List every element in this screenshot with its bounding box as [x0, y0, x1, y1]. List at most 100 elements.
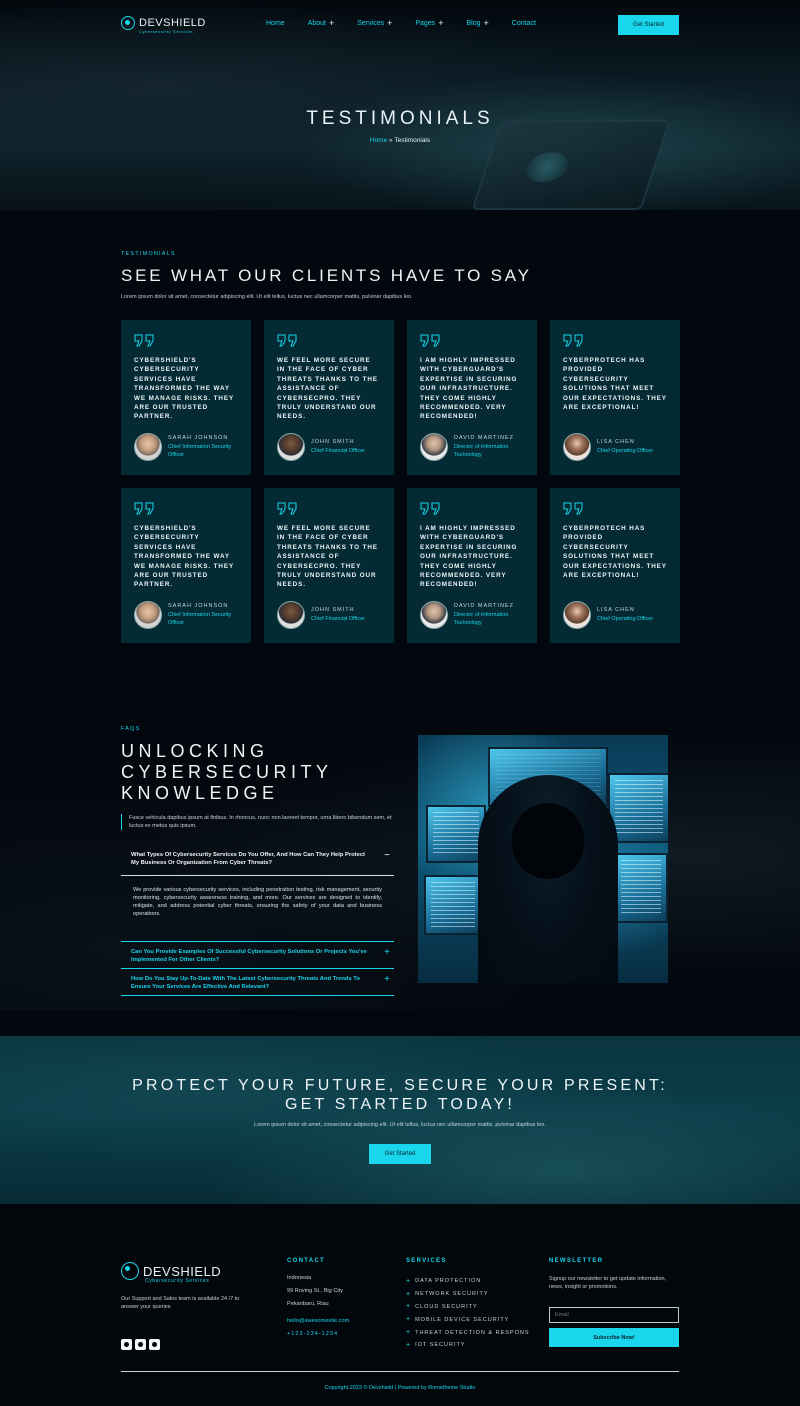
- nav-item-label: Contact: [511, 20, 536, 27]
- author-role: Chief Information Security Officer: [168, 612, 232, 626]
- plus-icon: +: [387, 18, 393, 28]
- services-list: + DATA PROTECTION + NETWORK SECURITY + CLOUD …: [406, 1275, 530, 1352]
- testimonial-author: JOHN SMITH Chief Financial Officer: [277, 433, 383, 461]
- author-role: Chief Information Security Officer: [168, 444, 232, 458]
- nav-item-contact[interactable]: Contact: [512, 19, 536, 28]
- faq-question-3: How Do You Stay Up-To-Date With The Late…: [131, 976, 360, 990]
- testimonial-card: WE FEEL MORE SECURE IN THE FACE OF CYBER…: [264, 488, 394, 643]
- testimonials-tag: TESTIMONIALS: [121, 251, 176, 257]
- contact-city: Pekanbaru, Riau: [287, 1301, 329, 1307]
- author-name: DAVID MARTINEZ: [454, 603, 514, 609]
- avatar: [563, 433, 591, 461]
- author-name: DAVID MARTINEZ: [454, 435, 514, 441]
- faq-answer-1: We provide various cybersecurity service…: [133, 887, 382, 917]
- avatar: [134, 601, 162, 629]
- service-link[interactable]: + CLOUD SECURITY: [406, 1301, 530, 1314]
- author-role: Chief Financial Officer: [311, 447, 366, 454]
- quote-icon: [420, 502, 440, 515]
- testimonials-title: SEE WHAT OUR CLIENTS HAVE TO SAY: [121, 266, 532, 285]
- footer-logo-subtitle: Cybersecurity Services: [145, 1278, 210, 1284]
- breadcrumb-home-link[interactable]: Home: [370, 137, 387, 144]
- testimonial-author: DAVID MARTINEZ Director of Information Te…: [420, 601, 526, 629]
- nav-item-blog[interactable]: Blog +: [466, 19, 488, 28]
- cta-get-started-button[interactable]: Get Started: [369, 1144, 431, 1164]
- main-menu: Home About + Services + Pages + Blog + Contact: [266, 19, 559, 28]
- plus-icon: +: [328, 18, 335, 28]
- subscribe-button[interactable]: Subscribe Now!: [549, 1328, 679, 1347]
- testimonial-card: CYBERPROTECH HAS PROVIDED CYBERSECURITY …: [550, 320, 680, 475]
- footer-about: Our Support and Sales team is available …: [121, 1296, 240, 1310]
- testimonial-author: SARAH JOHNSON Chief Information Security …: [134, 601, 240, 629]
- facebook-icon[interactable]: [121, 1339, 132, 1350]
- cta-title-line-1: PROTECT YOUR FUTURE, SECURE YOUR PRESENT…: [132, 1077, 668, 1094]
- testimonial-card: CYBERSHIELD'S CYBERSECURITY SERVICES HAV…: [121, 488, 251, 643]
- testimonial-card: I AM HIGHLY IMPRESSED WITH CYBERGUARD'S …: [407, 488, 537, 643]
- author-role: Chief Operating Officer: [597, 615, 654, 622]
- service-label: MOBILE DEVICE SECURITY: [415, 1316, 510, 1323]
- faq-note: Fusce vehicula dapibus ipsum at finibus.…: [121, 814, 394, 830]
- faq-question-2-toggle[interactable]: Can You Provide Examples Of Successful C…: [121, 947, 394, 964]
- testimonial-grid: CYBERSHIELD'S CYBERSECURITY SERVICES HAV…: [121, 320, 680, 643]
- service-label: DATA PROTECTION: [415, 1278, 482, 1285]
- youtube-icon[interactable]: [149, 1339, 160, 1350]
- testimonial-card: CYBERPROTECH HAS PROVIDED CYBERSECURITY …: [550, 488, 680, 643]
- testimonial-quote: WE FEEL MORE SECURE IN THE FACE OF CYBER…: [277, 525, 378, 589]
- service-label: NETWORK SECURITY: [415, 1291, 489, 1298]
- nav-item-home[interactable]: Home: [266, 19, 285, 28]
- quote-icon: [420, 334, 440, 347]
- testimonial-author: JOHN SMITH Chief Financial Officer: [277, 601, 383, 629]
- monitor-left-bottom: [424, 875, 482, 935]
- contact-heading: CONTACT: [287, 1258, 325, 1264]
- site-logo[interactable]: DEVSHIELD Cybersecurity Services: [121, 16, 206, 34]
- testimonials-description: Lorem ipsum dolor sit amet, consectetur …: [121, 294, 413, 300]
- footer-logo[interactable]: DEVSHIELD Cybersecurity Services: [121, 1262, 221, 1284]
- plus-icon: +: [406, 1341, 411, 1349]
- breadcrumb-separator: »: [389, 137, 393, 144]
- plus-icon: +: [384, 947, 390, 958]
- quote-icon: [277, 502, 297, 515]
- author-role: Director of Information Technology: [454, 444, 509, 458]
- testimonial-quote: WE FEEL MORE SECURE IN THE FACE OF CYBER…: [277, 357, 378, 421]
- avatar: [277, 601, 305, 629]
- page-title: TESTIMONIALS: [306, 108, 494, 129]
- service-link[interactable]: + MOBILE DEVICE SECURITY: [406, 1313, 530, 1326]
- nav-item-label: Blog: [466, 20, 481, 27]
- cta-title: PROTECT YOUR FUTURE, SECURE YOUR PRESENT…: [0, 1076, 800, 1114]
- service-link[interactable]: + DATA PROTECTION: [406, 1275, 530, 1288]
- faq-question-1-toggle[interactable]: What Types Of Cybersecurity Services Do …: [121, 850, 394, 867]
- plus-icon: +: [438, 18, 444, 28]
- service-link[interactable]: + NETWORK SECURITY: [406, 1288, 530, 1301]
- service-label: IOT SECURITY: [415, 1342, 466, 1349]
- faq-title: UNLOCKING CYBERSECURITY KNOWLEDGE: [121, 741, 333, 803]
- newsletter-email-input[interactable]: [549, 1307, 679, 1323]
- author-name: JOHN SMITH: [311, 438, 355, 445]
- nav-item-pages[interactable]: Pages +: [415, 19, 443, 28]
- testimonial-quote: I AM HIGHLY IMPRESSED WITH CYBERGUARD'S …: [420, 357, 518, 421]
- minus-icon: −: [384, 850, 390, 861]
- twitter-icon[interactable]: [135, 1339, 146, 1350]
- plus-icon: +: [406, 1303, 411, 1311]
- cta-description: Lorem ipsum dolor sit amet, consectetur …: [254, 1122, 546, 1128]
- plus-icon: +: [406, 1290, 411, 1298]
- get-started-button[interactable]: Get Started: [618, 15, 679, 35]
- services-heading: SERVICES: [406, 1258, 447, 1264]
- author-name: LISA CHEN: [597, 438, 635, 445]
- plus-icon: +: [406, 1277, 411, 1285]
- faq-item-2: Can You Provide Examples Of Successful C…: [121, 941, 394, 968]
- service-link[interactable]: + IOT SECURITY: [406, 1339, 530, 1352]
- nav-item-about[interactable]: About +: [308, 19, 335, 28]
- author-role: Chief Operating Officer: [597, 447, 654, 454]
- nav-item-label: Pages: [415, 20, 436, 27]
- cta-title-line-2: GET STARTED TODAY!: [284, 1096, 516, 1113]
- contact-email-link[interactable]: hello@awesomesite.com: [287, 1318, 349, 1331]
- contact-phone-link[interactable]: +123-234-1234: [287, 1331, 349, 1344]
- service-link[interactable]: + THREAT DETECTION & RESPONS: [406, 1326, 530, 1339]
- monitor-left: [426, 805, 486, 863]
- testimonial-quote: CYBERPROTECH HAS PROVIDED CYBERSECURITY …: [563, 525, 667, 580]
- faq-question-3-toggle[interactable]: How Do You Stay Up-To-Date With The Late…: [121, 975, 394, 991]
- faq-question-1: What Types Of Cybersecurity Services Do …: [131, 852, 365, 866]
- plus-icon: +: [406, 1329, 411, 1337]
- nav-item-label: About: [307, 20, 326, 27]
- quote-icon: [563, 502, 583, 515]
- nav-item-services[interactable]: Services +: [357, 19, 392, 28]
